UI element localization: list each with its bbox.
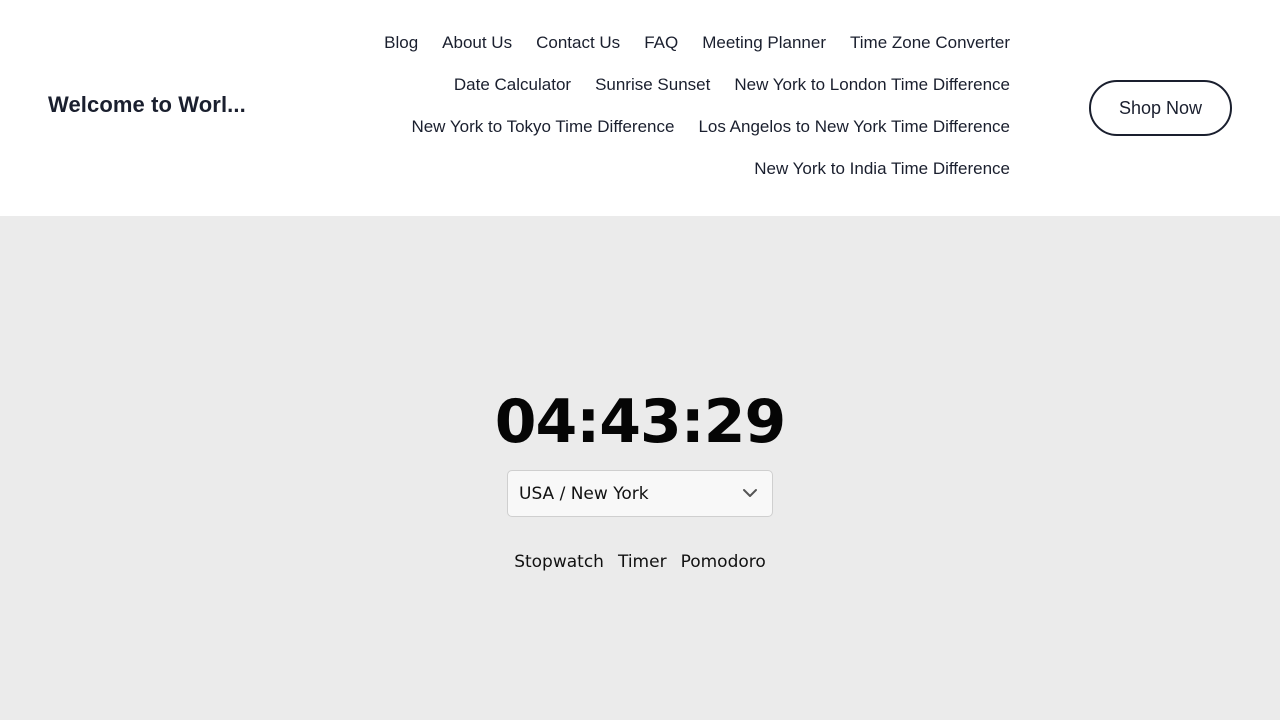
nav-row-1: Blog About Us Contact Us FAQ Meeting Pla… — [384, 22, 1010, 64]
nav-link-la-ny[interactable]: Los Angelos to New York Time Difference — [698, 117, 1010, 137]
nav-link-time-zone-converter[interactable]: Time Zone Converter — [850, 33, 1010, 53]
nav-link-date-calculator[interactable]: Date Calculator — [454, 75, 571, 95]
tool-links: Stopwatch Timer Pomodoro — [0, 552, 1280, 572]
timezone-selected-value: USA / New York — [519, 483, 649, 504]
pomodoro-link[interactable]: Pomodoro — [681, 552, 766, 572]
shop-now-button[interactable]: Shop Now — [1089, 80, 1232, 136]
clock-display: 04:43:29 — [494, 387, 786, 457]
site-title[interactable]: Welcome to Worl... — [48, 92, 246, 118]
stopwatch-link[interactable]: Stopwatch — [514, 552, 604, 572]
nav-link-contact-us[interactable]: Contact Us — [536, 33, 620, 53]
timer-link[interactable]: Timer — [618, 552, 667, 572]
nav-link-blog[interactable]: Blog — [384, 33, 418, 53]
nav-link-ny-london[interactable]: New York to London Time Difference — [734, 75, 1010, 95]
main-nav: Blog About Us Contact Us FAQ Meeting Pla… — [340, 22, 1010, 190]
nav-row-3: New York to Tokyo Time Difference Los An… — [411, 106, 1010, 148]
nav-link-sunrise-sunset[interactable]: Sunrise Sunset — [595, 75, 710, 95]
nav-row-2: Date Calculator Sunrise Sunset New York … — [454, 64, 1010, 106]
nav-row-4: New York to India Time Difference — [754, 148, 1010, 190]
site-header: Welcome to Worl... Blog About Us Contact… — [0, 0, 1280, 216]
nav-link-ny-india[interactable]: New York to India Time Difference — [754, 159, 1010, 179]
nav-link-ny-tokyo[interactable]: New York to Tokyo Time Difference — [411, 117, 674, 137]
nav-link-faq[interactable]: FAQ — [644, 33, 678, 53]
chevron-down-icon — [743, 489, 757, 497]
timezone-select[interactable]: USA / New York — [507, 470, 773, 517]
nav-link-meeting-planner[interactable]: Meeting Planner — [702, 33, 826, 53]
nav-link-about-us[interactable]: About Us — [442, 33, 512, 53]
